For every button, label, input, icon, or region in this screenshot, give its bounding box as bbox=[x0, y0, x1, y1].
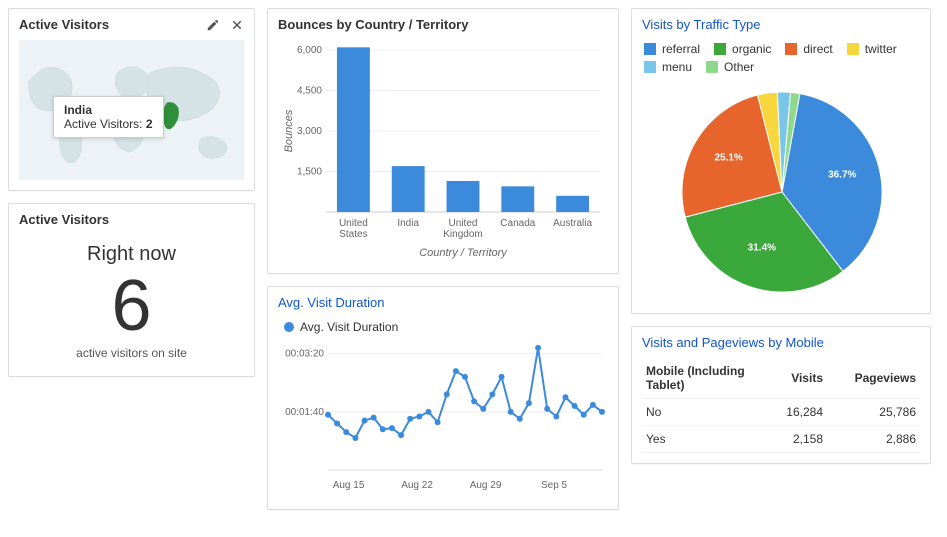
avg-duration-series-label: Avg. Visit Duration bbox=[300, 320, 398, 334]
legend-swatch-icon bbox=[714, 43, 726, 55]
svg-text:00:03:20: 00:03:20 bbox=[285, 349, 324, 360]
bar bbox=[501, 186, 534, 212]
cell-mobile: No bbox=[642, 399, 767, 426]
active-visitors-now-card: Active Visitors Right now 6 active visit… bbox=[8, 203, 255, 377]
right-now-subtext: active visitors on site bbox=[19, 346, 244, 360]
svg-text:6,000: 6,000 bbox=[297, 45, 322, 56]
tooltip-country: India bbox=[64, 103, 153, 117]
legend-label: organic bbox=[732, 42, 771, 56]
tooltip-value: 2 bbox=[146, 117, 153, 131]
legend-label: menu bbox=[662, 60, 692, 74]
right-now-count: 6 bbox=[19, 270, 244, 342]
svg-text:United: United bbox=[339, 218, 368, 229]
cell-visits: 16,284 bbox=[767, 399, 827, 426]
traffic-type-card: Visits by Traffic Type referral organic di… bbox=[631, 8, 931, 314]
svg-text:3,000: 3,000 bbox=[297, 126, 322, 137]
legend-item[interactable]: referral bbox=[644, 42, 700, 56]
legend-swatch-icon bbox=[847, 43, 859, 55]
legend-item[interactable]: Other bbox=[706, 60, 754, 74]
active-visitors-now-title: Active Visitors bbox=[19, 212, 244, 227]
svg-text:United: United bbox=[449, 218, 478, 229]
legend-item[interactable]: menu bbox=[644, 60, 692, 74]
th-mobile: Mobile (Including Tablet) bbox=[642, 358, 767, 399]
avg-duration-line-chart: 00:01:40 00:03:20 Aug 15 Aug 22 Aug 29 Sep 5 bbox=[278, 336, 610, 496]
svg-text:1,500: 1,500 bbox=[297, 167, 322, 178]
bounces-title: Bounces by Country / Territory bbox=[278, 17, 608, 32]
legend-item[interactable]: organic bbox=[714, 42, 771, 56]
legend-item[interactable]: twitter bbox=[847, 42, 897, 56]
svg-text:4,500: 4,500 bbox=[297, 86, 322, 97]
legend-swatch-icon bbox=[644, 43, 656, 55]
cell-mobile: Yes bbox=[642, 426, 767, 453]
bar bbox=[447, 181, 480, 212]
svg-text:Aug 29: Aug 29 bbox=[470, 480, 502, 491]
bounces-card: Bounces by Country / Territory 1,500 3,00… bbox=[267, 8, 619, 274]
avg-duration-legend: Avg. Visit Duration bbox=[278, 318, 608, 336]
active-visitors-map-title: Active Visitors bbox=[19, 17, 109, 32]
svg-text:00:01:40: 00:01:40 bbox=[285, 407, 324, 418]
legend-item[interactable]: direct bbox=[785, 42, 832, 56]
india-region[interactable] bbox=[163, 102, 179, 129]
table-row: Yes2,1582,886 bbox=[642, 426, 920, 453]
avg-duration-title: Avg. Visit Duration bbox=[278, 295, 608, 310]
avg-duration-card: Avg. Visit Duration Avg. Visit Duration … bbox=[267, 286, 619, 510]
legend-label: direct bbox=[803, 42, 832, 56]
cell-pageviews: 25,786 bbox=[827, 399, 920, 426]
legend-swatch-icon bbox=[706, 61, 718, 73]
svg-text:Country / Territory: Country / Territory bbox=[419, 247, 508, 259]
traffic-type-pie-chart: 36.7% 31.4% 25.1% bbox=[642, 80, 922, 300]
mobile-table-title: Visits and Pageviews by Mobile bbox=[642, 335, 920, 350]
close-icon[interactable] bbox=[230, 18, 244, 32]
svg-text:Aug 22: Aug 22 bbox=[401, 480, 433, 491]
svg-text:31.4%: 31.4% bbox=[748, 243, 776, 254]
map-tooltip: India Active Visitors: 2 bbox=[53, 96, 164, 138]
legend-label: twitter bbox=[865, 42, 897, 56]
svg-text:Kingdom: Kingdom bbox=[443, 229, 482, 240]
mobile-table: Mobile (Including Tablet) Visits Pagevie… bbox=[642, 358, 920, 453]
traffic-type-legend: referral organic direct twitter menu Other bbox=[642, 40, 920, 80]
bar bbox=[337, 47, 370, 212]
svg-text:25.1%: 25.1% bbox=[714, 152, 742, 163]
svg-text:Sep 5: Sep 5 bbox=[541, 480, 568, 491]
pencil-icon[interactable] bbox=[206, 18, 220, 32]
svg-text:Aug 15: Aug 15 bbox=[333, 480, 365, 491]
right-now-label: Right now bbox=[19, 243, 244, 266]
bar bbox=[556, 196, 589, 212]
cell-pageviews: 2,886 bbox=[827, 426, 920, 453]
legend-swatch-icon bbox=[644, 61, 656, 73]
cell-visits: 2,158 bbox=[767, 426, 827, 453]
table-header-row: Mobile (Including Tablet) Visits Pagevie… bbox=[642, 358, 920, 399]
th-pageviews: Pageviews bbox=[827, 358, 920, 399]
tooltip-label: Active Visitors: bbox=[64, 117, 142, 131]
mobile-table-card: Visits and Pageviews by Mobile Mobile (I… bbox=[631, 326, 931, 464]
legend-label: Other bbox=[724, 60, 754, 74]
svg-text:States: States bbox=[339, 229, 367, 240]
traffic-type-title: Visits by Traffic Type bbox=[642, 17, 920, 32]
card-title-row: Active Visitors bbox=[19, 17, 244, 32]
bounces-bar-chart: 1,5003,0004,5006,000UnitedStatesIndiaUni… bbox=[278, 40, 610, 260]
svg-text:Canada: Canada bbox=[500, 218, 535, 229]
active-visitors-map-card: Active Visitors bbox=[8, 8, 255, 191]
table-row: No16,28425,786 bbox=[642, 399, 920, 426]
legend-label: referral bbox=[662, 42, 700, 56]
svg-text:India: India bbox=[397, 218, 419, 229]
world-map[interactable]: India Active Visitors: 2 bbox=[19, 40, 244, 180]
svg-text:Bounces: Bounces bbox=[283, 109, 295, 152]
svg-text:36.7%: 36.7% bbox=[828, 169, 856, 180]
series-dot-icon bbox=[284, 322, 294, 332]
th-visits: Visits bbox=[767, 358, 827, 399]
legend-swatch-icon bbox=[785, 43, 797, 55]
svg-text:Australia: Australia bbox=[553, 218, 592, 229]
bar bbox=[392, 166, 425, 212]
